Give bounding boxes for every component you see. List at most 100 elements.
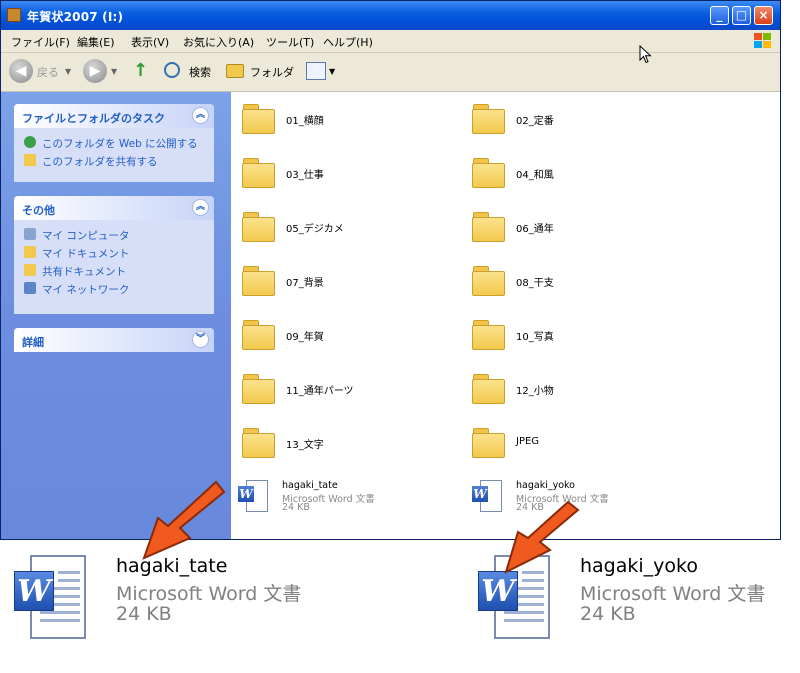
view-mode-icon[interactable] (306, 62, 326, 80)
file-size: 24 KB (116, 603, 172, 625)
folder-name: 01_横顔 (286, 116, 324, 127)
folder-icon (242, 428, 276, 458)
back-dropdown-icon[interactable]: ▼ (65, 67, 71, 76)
folder-name: 07_背景 (286, 278, 324, 289)
title-bar[interactable]: 年賀状2007 (I:) _ □ × (1, 1, 780, 30)
menu-edit[interactable]: 編集(E) (77, 34, 115, 50)
file-size: 24 KB (282, 502, 310, 513)
folder-name: 05_デジカメ (286, 224, 344, 235)
folder-item[interactable]: 09_年賀 (242, 318, 462, 358)
globe-icon (24, 136, 36, 148)
enlarged-file-callout: W hagaki_tate Microsoft Word 文書 24 KB (14, 555, 334, 665)
back-arrow-icon[interactable]: ◀ (9, 59, 33, 83)
menu-bar: ファイル(F) 編集(E) 表示(V) お気に入り(A) ツール(T) ヘルプ(… (1, 30, 780, 53)
documents-folder-icon (24, 246, 36, 258)
toolbar: ◀ 戻る ▼ ▶ ▼ ↑ 検索 フォルダ ▼ (1, 53, 780, 92)
folder-item[interactable]: 05_デジカメ (242, 210, 462, 250)
computer-icon (24, 228, 36, 240)
folder-item[interactable]: JPEG (472, 426, 692, 466)
task-publish-web[interactable]: このフォルダを Web に公開する (14, 134, 214, 152)
menu-tools[interactable]: ツール(T) (266, 34, 314, 50)
network-icon (24, 282, 36, 294)
file-type: Microsoft Word 文書 (116, 583, 302, 605)
folder-item[interactable]: 04_和風 (472, 156, 692, 196)
up-folder-icon[interactable]: ↑ (133, 60, 153, 82)
word-document-icon: W (14, 555, 88, 641)
folder-name: 11_通年パーツ (286, 386, 354, 397)
link-my-network[interactable]: マイ ネットワーク (14, 280, 214, 298)
task-label: このフォルダを共有する (42, 156, 158, 168)
folder-item[interactable]: 08_干支 (472, 264, 692, 304)
panel-title: ファイルとフォルダのタスク (22, 112, 165, 125)
folder-item[interactable]: 12_小物 (472, 372, 692, 412)
search-button-label[interactable]: 検索 (189, 64, 211, 80)
folder-name: 04_和風 (516, 170, 554, 181)
folder-name: 08_干支 (516, 278, 554, 289)
maximize-button[interactable]: □ (732, 6, 751, 25)
panel-header[interactable]: その他 ︽ (14, 196, 214, 220)
folder-name: 13_文字 (286, 440, 324, 451)
folder-icon (242, 374, 276, 404)
collapse-chevron-icon[interactable]: ︽ (192, 107, 209, 124)
file-name: hagaki_tate (282, 480, 338, 491)
panel-header[interactable]: ファイルとフォルダのタスク ︽ (14, 104, 214, 128)
collapse-chevron-icon[interactable]: ︽ (192, 199, 209, 216)
forward-arrow-icon[interactable]: ▶ (83, 59, 107, 83)
pointer-arrow-icon (504, 500, 580, 574)
menu-help[interactable]: ヘルプ(H) (323, 34, 373, 50)
folder-item[interactable]: 13_文字 (242, 426, 462, 466)
link-shared-documents[interactable]: 共有ドキュメント (14, 262, 214, 280)
mouse-cursor-icon (639, 45, 652, 64)
link-label: マイ ドキュメント (42, 248, 130, 260)
folder-item[interactable]: 02_定番 (472, 102, 692, 142)
folder-icon (242, 266, 276, 296)
forward-dropdown-icon[interactable]: ▼ (111, 67, 117, 76)
folder-icon (472, 104, 506, 134)
folder-name: JPEG (516, 436, 540, 447)
task-label: このフォルダを Web に公開する (42, 138, 198, 150)
task-share-folder[interactable]: このフォルダを共有する (14, 152, 214, 170)
folder-name: 09_年賀 (286, 332, 324, 343)
folder-icon (472, 320, 506, 350)
panel-title: 詳細 (22, 336, 44, 349)
folder-icon (472, 428, 506, 458)
file-view: 01_横顔 02_定番 03_仕事 04_和風 05_デジカメ 06_通年 07… (232, 92, 780, 539)
folder-item[interactable]: 03_仕事 (242, 156, 462, 196)
folder-item[interactable]: 07_背景 (242, 264, 462, 304)
folders-icon[interactable] (226, 64, 244, 78)
panel-title: その他 (22, 204, 55, 217)
menu-view[interactable]: 表示(V) (131, 34, 169, 50)
folder-item[interactable]: 06_通年 (472, 210, 692, 250)
back-button-label[interactable]: 戻る (37, 64, 59, 80)
expand-chevron-icon[interactable]: ︾ (192, 331, 209, 348)
file-name: hagaki_yoko (580, 555, 698, 577)
folder-icon (472, 212, 506, 242)
file-item[interactable]: W hagaki_tate Microsoft Word 文書 24 KB (238, 480, 458, 530)
folder-name: 06_通年 (516, 224, 554, 235)
folder-icon (242, 104, 276, 134)
folder-item[interactable]: 10_写真 (472, 318, 692, 358)
view-dropdown-icon[interactable]: ▼ (329, 67, 335, 76)
minimize-button[interactable]: _ (710, 6, 729, 25)
menu-file[interactable]: ファイル(F) (11, 34, 70, 50)
folder-item[interactable]: 01_横顔 (242, 102, 462, 142)
details-panel: 詳細 ︾ (14, 328, 214, 352)
menu-favorites[interactable]: お気に入り(A) (183, 34, 254, 50)
folders-button-label[interactable]: フォルダ (250, 64, 294, 80)
folder-item[interactable]: 11_通年パーツ (242, 372, 462, 412)
folder-icon (242, 158, 276, 188)
folder-name: 03_仕事 (286, 170, 324, 181)
link-my-documents[interactable]: マイ ドキュメント (14, 244, 214, 262)
folder-icon (472, 158, 506, 188)
search-icon[interactable] (164, 62, 180, 78)
folder-app-icon (7, 8, 21, 22)
link-my-computer[interactable]: マイ コンピュータ (14, 226, 214, 244)
windows-logo-icon (746, 31, 776, 51)
pointer-arrow-icon (142, 480, 226, 560)
close-button[interactable]: × (754, 6, 773, 25)
task-pane: ファイルとフォルダのタスク ︽ このフォルダを Web に公開する このフォルダ… (1, 92, 231, 539)
folder-name: 10_写真 (516, 332, 554, 343)
panel-header[interactable]: 詳細 ︾ (14, 328, 214, 352)
link-label: マイ コンピュータ (42, 230, 130, 242)
folder-name: 12_小物 (516, 386, 554, 397)
